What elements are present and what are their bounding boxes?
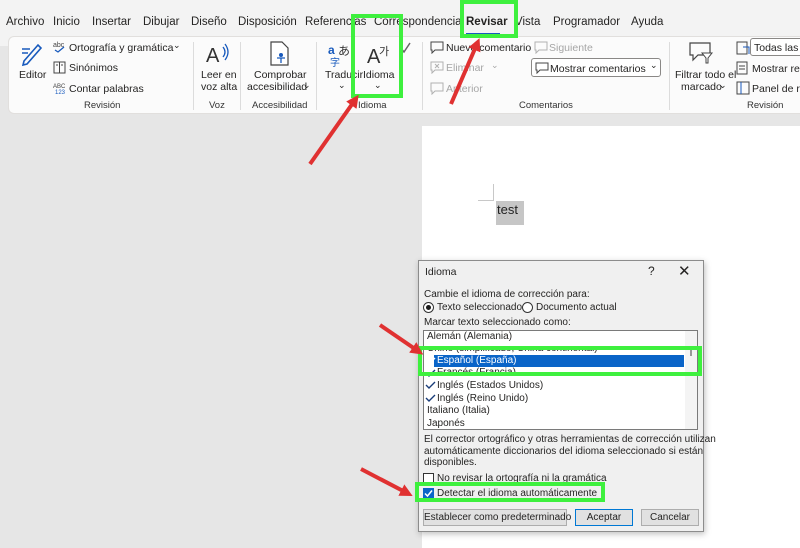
tab-vista[interactable]: Vista: [515, 16, 540, 28]
show-markup-icon: [736, 61, 748, 75]
markup-display-value: Todas las re: [754, 42, 800, 54]
read-aloud-icon: A: [206, 43, 229, 67]
tab-programador[interactable]: Programador: [553, 16, 620, 28]
ok-button[interactable]: Aceptar: [575, 509, 633, 526]
radio-current-document-label[interactable]: Documento actual: [536, 302, 617, 313]
highlight-box-spanish-item: [418, 346, 702, 376]
radio-selected-text-label[interactable]: Texto seleccionado: [437, 302, 522, 313]
chevron-down-icon[interactable]: ⌄: [173, 40, 181, 51]
group-label-revision-2: Revisión: [747, 100, 784, 111]
radio-current-document[interactable]: [522, 302, 533, 313]
chevron-down-icon[interactable]: ⌄: [303, 80, 311, 91]
group-label-comentarios: Comentarios: [519, 100, 573, 111]
group-label-revision: Revisión: [84, 100, 121, 111]
red-arrow-spanish: [378, 323, 424, 355]
tab-archivo[interactable]: Archivo: [6, 16, 44, 28]
show-markup-button[interactable]: Mostrar revi: [752, 63, 800, 75]
spelling-button[interactable]: Ortografía y gramática: [69, 42, 173, 54]
editor-icon: [21, 43, 43, 67]
spelling-icon: abc: [53, 42, 65, 53]
ribbon-separator: [669, 42, 670, 110]
spellcheck-icon: [425, 381, 436, 389]
chevron-down-icon[interactable]: ⌄: [719, 80, 727, 91]
chevron-down-icon[interactable]: ⌄: [491, 60, 499, 71]
language-list-item[interactable]: Italiano (Italia): [427, 405, 490, 416]
change-language-label: Cambie el idioma de corrección para:: [424, 289, 590, 300]
mark-text-label: Marcar texto seleccionado como:: [424, 317, 571, 328]
previous-comment-button[interactable]: Anterior: [446, 83, 483, 95]
language-list-item[interactable]: Alemán (Alemania): [427, 331, 512, 342]
next-comment-icon: [534, 41, 548, 54]
thesaurus-icon: [53, 61, 66, 74]
close-icon[interactable]: ✕: [678, 262, 691, 280]
page-corner-mark: [478, 200, 494, 201]
new-comment-icon: [430, 41, 444, 54]
ribbon-separator: [422, 42, 423, 110]
ribbon-separator: [193, 42, 194, 110]
red-arrow-detect: [360, 467, 413, 496]
delete-comment-button[interactable]: Eliminar: [446, 62, 484, 74]
language-list-item[interactable]: Japonés: [427, 418, 465, 429]
word-count-icon: ABC 123: [53, 84, 66, 94]
review-pane-button[interactable]: Panel de rev: [752, 83, 800, 95]
read-aloud-label-2[interactable]: voz alta: [201, 81, 237, 93]
ribbon-separator: [240, 42, 241, 110]
svg-text:字: 字: [330, 56, 340, 67]
chevron-down-icon[interactable]: ⌄: [338, 80, 346, 91]
word-count-button[interactable]: Contar palabras: [69, 83, 144, 95]
language-list-item[interactable]: Inglés (Reino Unido): [437, 393, 528, 404]
spellcheck-icon: [425, 394, 436, 402]
svg-text:あ: あ: [338, 44, 350, 58]
tab-diseno[interactable]: Diseño: [191, 16, 227, 28]
read-aloud-label-1[interactable]: Leer en: [201, 69, 237, 81]
highlight-box-review-tab: [460, 0, 518, 38]
cancel-button[interactable]: Cancelar: [641, 509, 699, 526]
document-selected-text[interactable]: test: [496, 201, 524, 225]
tab-dibujar[interactable]: Dibujar: [143, 16, 179, 28]
chevron-down-icon: ⌄: [650, 60, 658, 70]
editor-button[interactable]: Editor: [19, 69, 46, 81]
info-text-line-1: El corrector ortográfico y otras herrami…: [424, 434, 716, 445]
svg-text:123: 123: [55, 90, 66, 94]
display-review-icon: [736, 41, 750, 55]
set-default-button[interactable]: Establecer como predeterminado: [423, 509, 571, 526]
tab-insertar[interactable]: Insertar: [92, 16, 131, 28]
svg-text:A: A: [206, 45, 220, 67]
highlight-box-language-button: [351, 14, 403, 98]
check-accessibility-label-2[interactable]: accesibilidad: [247, 81, 307, 93]
info-text-line-3: disponibles.: [424, 457, 477, 468]
tab-inicio[interactable]: Inicio: [53, 16, 80, 28]
language-list-item[interactable]: Inglés (Estados Unidos): [437, 380, 543, 391]
tab-disposicion[interactable]: Disposición: [238, 16, 297, 28]
new-comment-button[interactable]: Nuevo comentario: [446, 42, 531, 54]
show-comments-icon: [535, 62, 549, 74]
radio-selected-text[interactable]: [423, 302, 434, 313]
thesaurus-button[interactable]: Sinónimos: [69, 62, 118, 74]
filter-markup-label-1[interactable]: Filtrar todo el: [675, 69, 736, 81]
delete-comment-icon: [430, 61, 444, 74]
accessibility-icon: [270, 41, 289, 66]
group-label-idioma: Idioma: [358, 100, 387, 111]
info-text-line-2: automáticamente diccionarios del idioma …: [424, 446, 704, 457]
filter-markup-label-2[interactable]: marcado: [681, 81, 722, 93]
review-pane-icon: [736, 81, 750, 95]
filter-markup-icon: [689, 42, 714, 64]
ribbon-separator: [316, 42, 317, 110]
next-comment-button[interactable]: Siguiente: [549, 42, 593, 54]
help-icon[interactable]: ?: [648, 264, 655, 278]
check-accessibility-label-1[interactable]: Comprobar: [254, 69, 307, 81]
tab-ayuda[interactable]: Ayuda: [631, 16, 663, 28]
group-label-voz: Voz: [209, 100, 225, 111]
show-comments-label: Mostrar comentarios: [550, 63, 646, 75]
group-label-accesibilidad: Accesibilidad: [252, 100, 308, 111]
svg-text:a: a: [328, 43, 335, 57]
highlight-box-detect-language: [415, 482, 605, 502]
previous-comment-icon: [430, 82, 444, 95]
dialog-title: Idioma: [425, 266, 457, 278]
page-corner-mark: [493, 184, 494, 200]
